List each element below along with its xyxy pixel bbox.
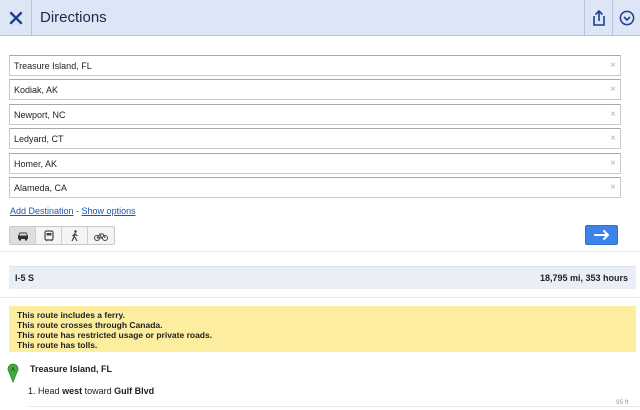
share-button[interactable] xyxy=(584,0,612,36)
destination-field-5[interactable]: × xyxy=(9,153,621,174)
warning-item: This route crosses through Canada. xyxy=(17,320,163,330)
destination-field-1[interactable]: × xyxy=(9,55,621,76)
warning-item: This route has restricted usage or priva… xyxy=(17,330,213,340)
step-number: 1. xyxy=(28,386,36,396)
marker-letter: A xyxy=(11,368,15,374)
mode-transit-button[interactable] xyxy=(36,227,62,244)
mode-bicycling-button[interactable] xyxy=(88,227,114,244)
destination-field-3[interactable]: × xyxy=(9,104,621,125)
divider xyxy=(0,251,640,252)
step-text-mid: toward xyxy=(82,386,115,396)
mode-driving-button[interactable] xyxy=(10,227,36,244)
step-road: Gulf Blvd xyxy=(114,386,155,396)
transit-icon xyxy=(43,229,54,241)
clear-icon[interactable]: × xyxy=(610,133,616,144)
destination-input[interactable] xyxy=(10,129,600,148)
menu-button[interactable] xyxy=(612,0,640,36)
warning-item: This route has tolls. xyxy=(17,340,98,350)
route-name: I-5 S xyxy=(15,273,35,283)
add-destination-link[interactable]: Add Destination xyxy=(10,206,74,216)
route-summary-row[interactable]: I-5 S 18,795 mi, 353 hours xyxy=(9,266,636,289)
step-text-pre: Head xyxy=(38,386,63,396)
car-icon xyxy=(17,232,28,241)
destination-input[interactable] xyxy=(10,105,600,124)
divider xyxy=(0,297,640,298)
map-marker-icon: A xyxy=(7,363,19,383)
start-location-name: Treasure Island, FL xyxy=(30,364,113,374)
mode-walking-button[interactable] xyxy=(62,227,88,244)
arrow-right-icon xyxy=(593,230,609,240)
destination-input[interactable] xyxy=(10,80,600,99)
destination-field-6[interactable]: × xyxy=(9,177,621,198)
clear-icon[interactable]: × xyxy=(610,84,616,95)
warning-item: This route includes a ferry. xyxy=(17,310,126,320)
destination-input[interactable] xyxy=(10,178,600,197)
page-title: Directions xyxy=(40,9,107,26)
clear-icon[interactable]: × xyxy=(610,158,616,169)
destination-field-4[interactable]: × xyxy=(9,128,621,149)
chevron-down-circle-icon xyxy=(619,10,634,26)
divider xyxy=(28,406,640,407)
clear-icon[interactable]: × xyxy=(610,60,616,71)
clear-icon[interactable]: × xyxy=(610,109,616,120)
get-directions-button[interactable] xyxy=(585,225,618,245)
bicycle-icon xyxy=(94,233,108,241)
destination-field-2[interactable]: × xyxy=(9,79,621,100)
clear-icon[interactable]: × xyxy=(610,182,616,193)
directions-header: Directions xyxy=(0,0,640,36)
show-options-link[interactable]: Show options xyxy=(82,206,136,216)
step-direction: west xyxy=(62,386,83,396)
destination-links: Add Destination - Show options xyxy=(10,206,136,216)
destination-input[interactable] xyxy=(10,154,600,173)
destination-input[interactable] xyxy=(10,56,600,75)
direction-step[interactable]: 1. Head west toward Gulf Blvd xyxy=(28,386,154,396)
travel-mode-selector xyxy=(9,226,115,245)
share-icon xyxy=(592,9,605,26)
step-distance: 95 ft xyxy=(616,399,629,406)
route-distance-time: 18,795 mi, 353 hours xyxy=(539,273,628,283)
route-warnings: This route includes a ferry. This route … xyxy=(9,306,636,352)
close-button[interactable] xyxy=(0,0,32,36)
walking-icon xyxy=(70,229,78,241)
close-icon xyxy=(9,11,22,25)
links-separator: - xyxy=(73,206,82,216)
